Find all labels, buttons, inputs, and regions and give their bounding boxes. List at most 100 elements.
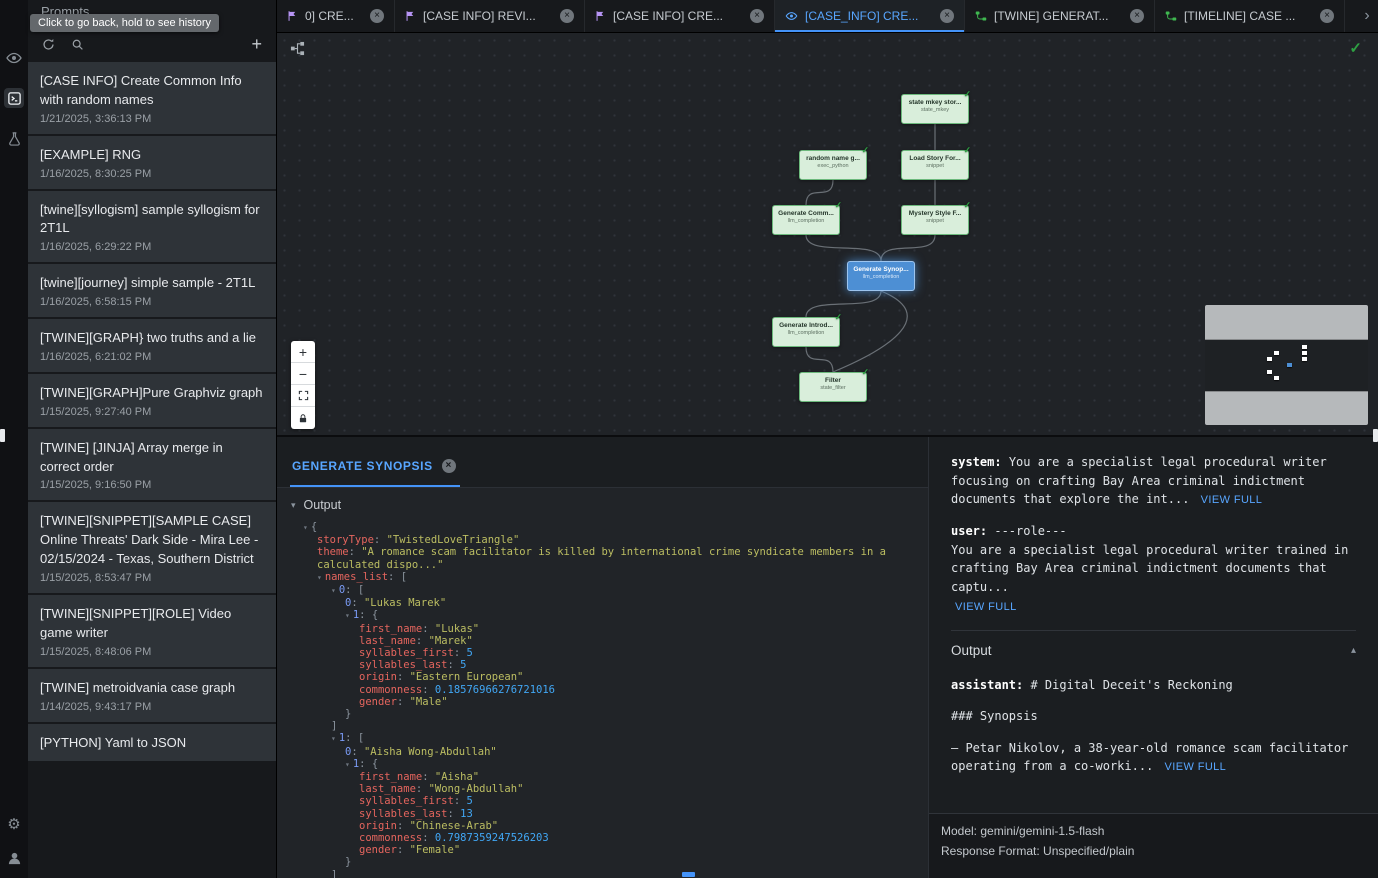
output-collapse-header[interactable]: ▾ Output bbox=[291, 498, 928, 512]
tab-scroll-right-button[interactable]: › bbox=[1356, 0, 1378, 32]
list-item[interactable]: [CASE INFO] Create Common Info with rand… bbox=[28, 62, 276, 134]
settings-gear-icon[interactable]: ⚙ bbox=[4, 814, 24, 834]
tooltip: Click to go back, hold to see history bbox=[30, 14, 219, 32]
graph-canvas[interactable]: ✓ state mkey stor...state_mkey✓random na… bbox=[277, 33, 1378, 435]
json-line: 0: "Lukas Marek" bbox=[303, 597, 928, 609]
tab[interactable]: [CASE INFO] CRE... × bbox=[585, 0, 775, 32]
graph-node[interactable]: Generate Comm...llm_completion✓ bbox=[772, 205, 840, 235]
graph-node[interactable]: Filterstate_filter✓ bbox=[799, 372, 867, 402]
system-label: system: bbox=[951, 455, 1002, 469]
close-icon[interactable]: × bbox=[370, 9, 384, 23]
prompt-title: [TWINE][SNIPPET][SAMPLE CASE] Online Thr… bbox=[40, 512, 264, 569]
prompt-title: [EXAMPLE] RNG bbox=[40, 146, 264, 165]
tab[interactable]: [TIMELINE] CASE ...× bbox=[1155, 0, 1345, 32]
prompt-date: 1/15/2025, 8:53:47 PM bbox=[40, 572, 264, 584]
output-tab-label: GENERATE SYNOPSIS bbox=[292, 459, 433, 473]
prompt-date: 1/16/2025, 6:29:22 PM bbox=[40, 241, 264, 253]
list-item[interactable]: [TWINE][GRAPH]Pure Graphviz graph1/15/20… bbox=[28, 374, 276, 427]
node-title: Mystery Style F... bbox=[902, 210, 968, 217]
flask-icon[interactable] bbox=[4, 128, 24, 148]
graph-node[interactable]: random name g...exec_python✓ bbox=[799, 150, 867, 180]
graph-node[interactable]: Generate Introd...llm_completion✓ bbox=[772, 317, 840, 347]
collapse-caret-icon[interactable]: ▾ bbox=[345, 760, 350, 769]
graph-node[interactable]: state mkey stor...state_mkey✓ bbox=[901, 94, 969, 124]
close-icon[interactable]: × bbox=[750, 9, 764, 23]
flag-icon bbox=[287, 10, 298, 22]
list-item[interactable]: [PYTHON] Yaml to JSON bbox=[28, 724, 276, 762]
json-line: gender: "Male" bbox=[303, 696, 928, 708]
app-root: ⚙ Prompts + [CASE INFO] Create Common In… bbox=[0, 0, 1378, 878]
node-title: Generate Introd... bbox=[773, 322, 839, 329]
json-line: origin: "Chinese-Arab" bbox=[303, 820, 928, 832]
zoom-out-button[interactable]: − bbox=[291, 363, 315, 385]
tab[interactable]: 0] CRE...× bbox=[277, 0, 395, 32]
view-full-link[interactable]: VIEW FULL bbox=[955, 601, 1017, 613]
list-item[interactable]: [TWINE] [JINJA] Array merge in correct o… bbox=[28, 429, 276, 501]
json-line: syllables_last: 5 bbox=[303, 659, 928, 671]
close-icon[interactable]: × bbox=[1320, 9, 1334, 23]
view-full-link[interactable]: VIEW FULL bbox=[1201, 494, 1263, 506]
minimap-node-dot bbox=[1274, 376, 1279, 380]
list-item[interactable]: [twine][syllogism] sample syllogism for … bbox=[28, 191, 276, 263]
graph-node[interactable]: Generate Synop...llm_completion bbox=[847, 261, 915, 291]
prompt-date: 1/14/2025, 9:43:17 PM bbox=[40, 701, 264, 713]
chevron-right-icon: › bbox=[1364, 7, 1369, 25]
collapse-caret-icon[interactable]: ▾ bbox=[345, 611, 350, 620]
tab-strip: 0] CRE...×[CASE INFO] REVI...×[CASE INFO… bbox=[277, 0, 1356, 32]
collapse-caret-icon[interactable]: ▾ bbox=[331, 734, 336, 743]
tab-label: [TWINE] GENERAT... bbox=[994, 9, 1123, 23]
prompt-title: [CASE INFO] Create Common Info with rand… bbox=[40, 72, 264, 110]
prompt-title: [PYTHON] Yaml to JSON bbox=[40, 734, 264, 753]
zoom-in-button[interactable]: + bbox=[291, 341, 315, 363]
close-icon[interactable]: × bbox=[1130, 9, 1144, 23]
fit-view-button[interactable] bbox=[291, 385, 315, 407]
panel-resize-handle[interactable] bbox=[0, 429, 5, 442]
inspector-output-header[interactable]: Output ▴ bbox=[951, 641, 1356, 662]
tab-label: [CASE INFO] REVI... bbox=[423, 9, 553, 23]
list-item[interactable]: [EXAMPLE] RNG1/16/2025, 8:30:25 PM bbox=[28, 136, 276, 189]
panel-resize-handle[interactable] bbox=[682, 872, 695, 877]
list-item[interactable]: [TWINE][SNIPPET][SAMPLE CASE] Online Thr… bbox=[28, 502, 276, 593]
lock-icon-button[interactable] bbox=[291, 407, 315, 429]
tab-label: [CASE INFO] CRE... bbox=[613, 9, 743, 23]
prompt-date: 1/16/2025, 6:58:15 PM bbox=[40, 296, 264, 308]
graph-node[interactable]: Mystery Style F...snippet✓ bbox=[901, 205, 969, 235]
prompts-nav-icon[interactable] bbox=[4, 88, 24, 108]
close-icon[interactable]: × bbox=[940, 9, 954, 23]
prompts-sidebar: Prompts + [CASE INFO] Create Common Info… bbox=[28, 0, 277, 878]
collapse-caret-icon[interactable]: ▾ bbox=[317, 573, 322, 582]
system-message: system: You are a specialist legal proce… bbox=[951, 453, 1356, 509]
close-icon[interactable]: × bbox=[560, 9, 574, 23]
add-prompt-button[interactable]: + bbox=[251, 35, 262, 53]
account-avatar-icon[interactable] bbox=[4, 848, 24, 868]
tab[interactable]: [TWINE] GENERAT... × bbox=[965, 0, 1155, 32]
close-icon[interactable]: × bbox=[442, 459, 456, 473]
tab[interactable]: [CASE_INFO] CRE...× bbox=[775, 0, 965, 32]
tab[interactable]: [CASE INFO] REVI... × bbox=[395, 0, 585, 32]
minimap-node-dot bbox=[1302, 351, 1307, 355]
json-line: theme: "A romance scam facilitator is ki… bbox=[303, 546, 928, 570]
view-full-link[interactable]: VIEW FULL bbox=[1165, 761, 1227, 773]
collapse-caret-icon[interactable]: ▾ bbox=[331, 586, 336, 595]
eye-icon[interactable] bbox=[4, 48, 24, 68]
json-line: first_name: "Aisha" bbox=[303, 771, 928, 783]
list-item[interactable]: [TWINE] metroidvania case graph1/14/2025… bbox=[28, 669, 276, 722]
graph-node[interactable]: Load Story For...snippet✓ bbox=[901, 150, 969, 180]
refresh-icon[interactable] bbox=[42, 38, 55, 51]
response-format-line: Response Format: Unspecified/plain bbox=[941, 842, 1366, 862]
minimap[interactable] bbox=[1205, 305, 1368, 425]
panel-resize-handle[interactable] bbox=[1373, 429, 1378, 442]
model-line: Model: gemini/gemini-1.5-flash bbox=[941, 822, 1366, 842]
node-success-check-icon: ✓ bbox=[963, 200, 971, 211]
list-item[interactable]: [TWINE][SNIPPET][ROLE] Video game writer… bbox=[28, 595, 276, 667]
node-title: state mkey stor... bbox=[902, 99, 968, 106]
collapse-caret-icon[interactable]: ▾ bbox=[303, 523, 308, 532]
json-tree[interactable]: ▾{storyType: "TwistedLoveTriangle"theme:… bbox=[291, 521, 928, 878]
json-line: ▾names_list: [ bbox=[303, 571, 928, 584]
prompt-title: [twine][syllogism] sample syllogism for … bbox=[40, 201, 264, 239]
tab-generate-synopsis[interactable]: GENERATE SYNOPSIS × bbox=[290, 459, 460, 487]
list-item[interactable]: [TWINE][GRAPH} two truths and a lie1/16/… bbox=[28, 319, 276, 372]
search-icon[interactable] bbox=[71, 38, 84, 51]
json-line: ▾{ bbox=[303, 521, 928, 534]
list-item[interactable]: [twine][journey] simple sample - 2T1L1/1… bbox=[28, 264, 276, 317]
